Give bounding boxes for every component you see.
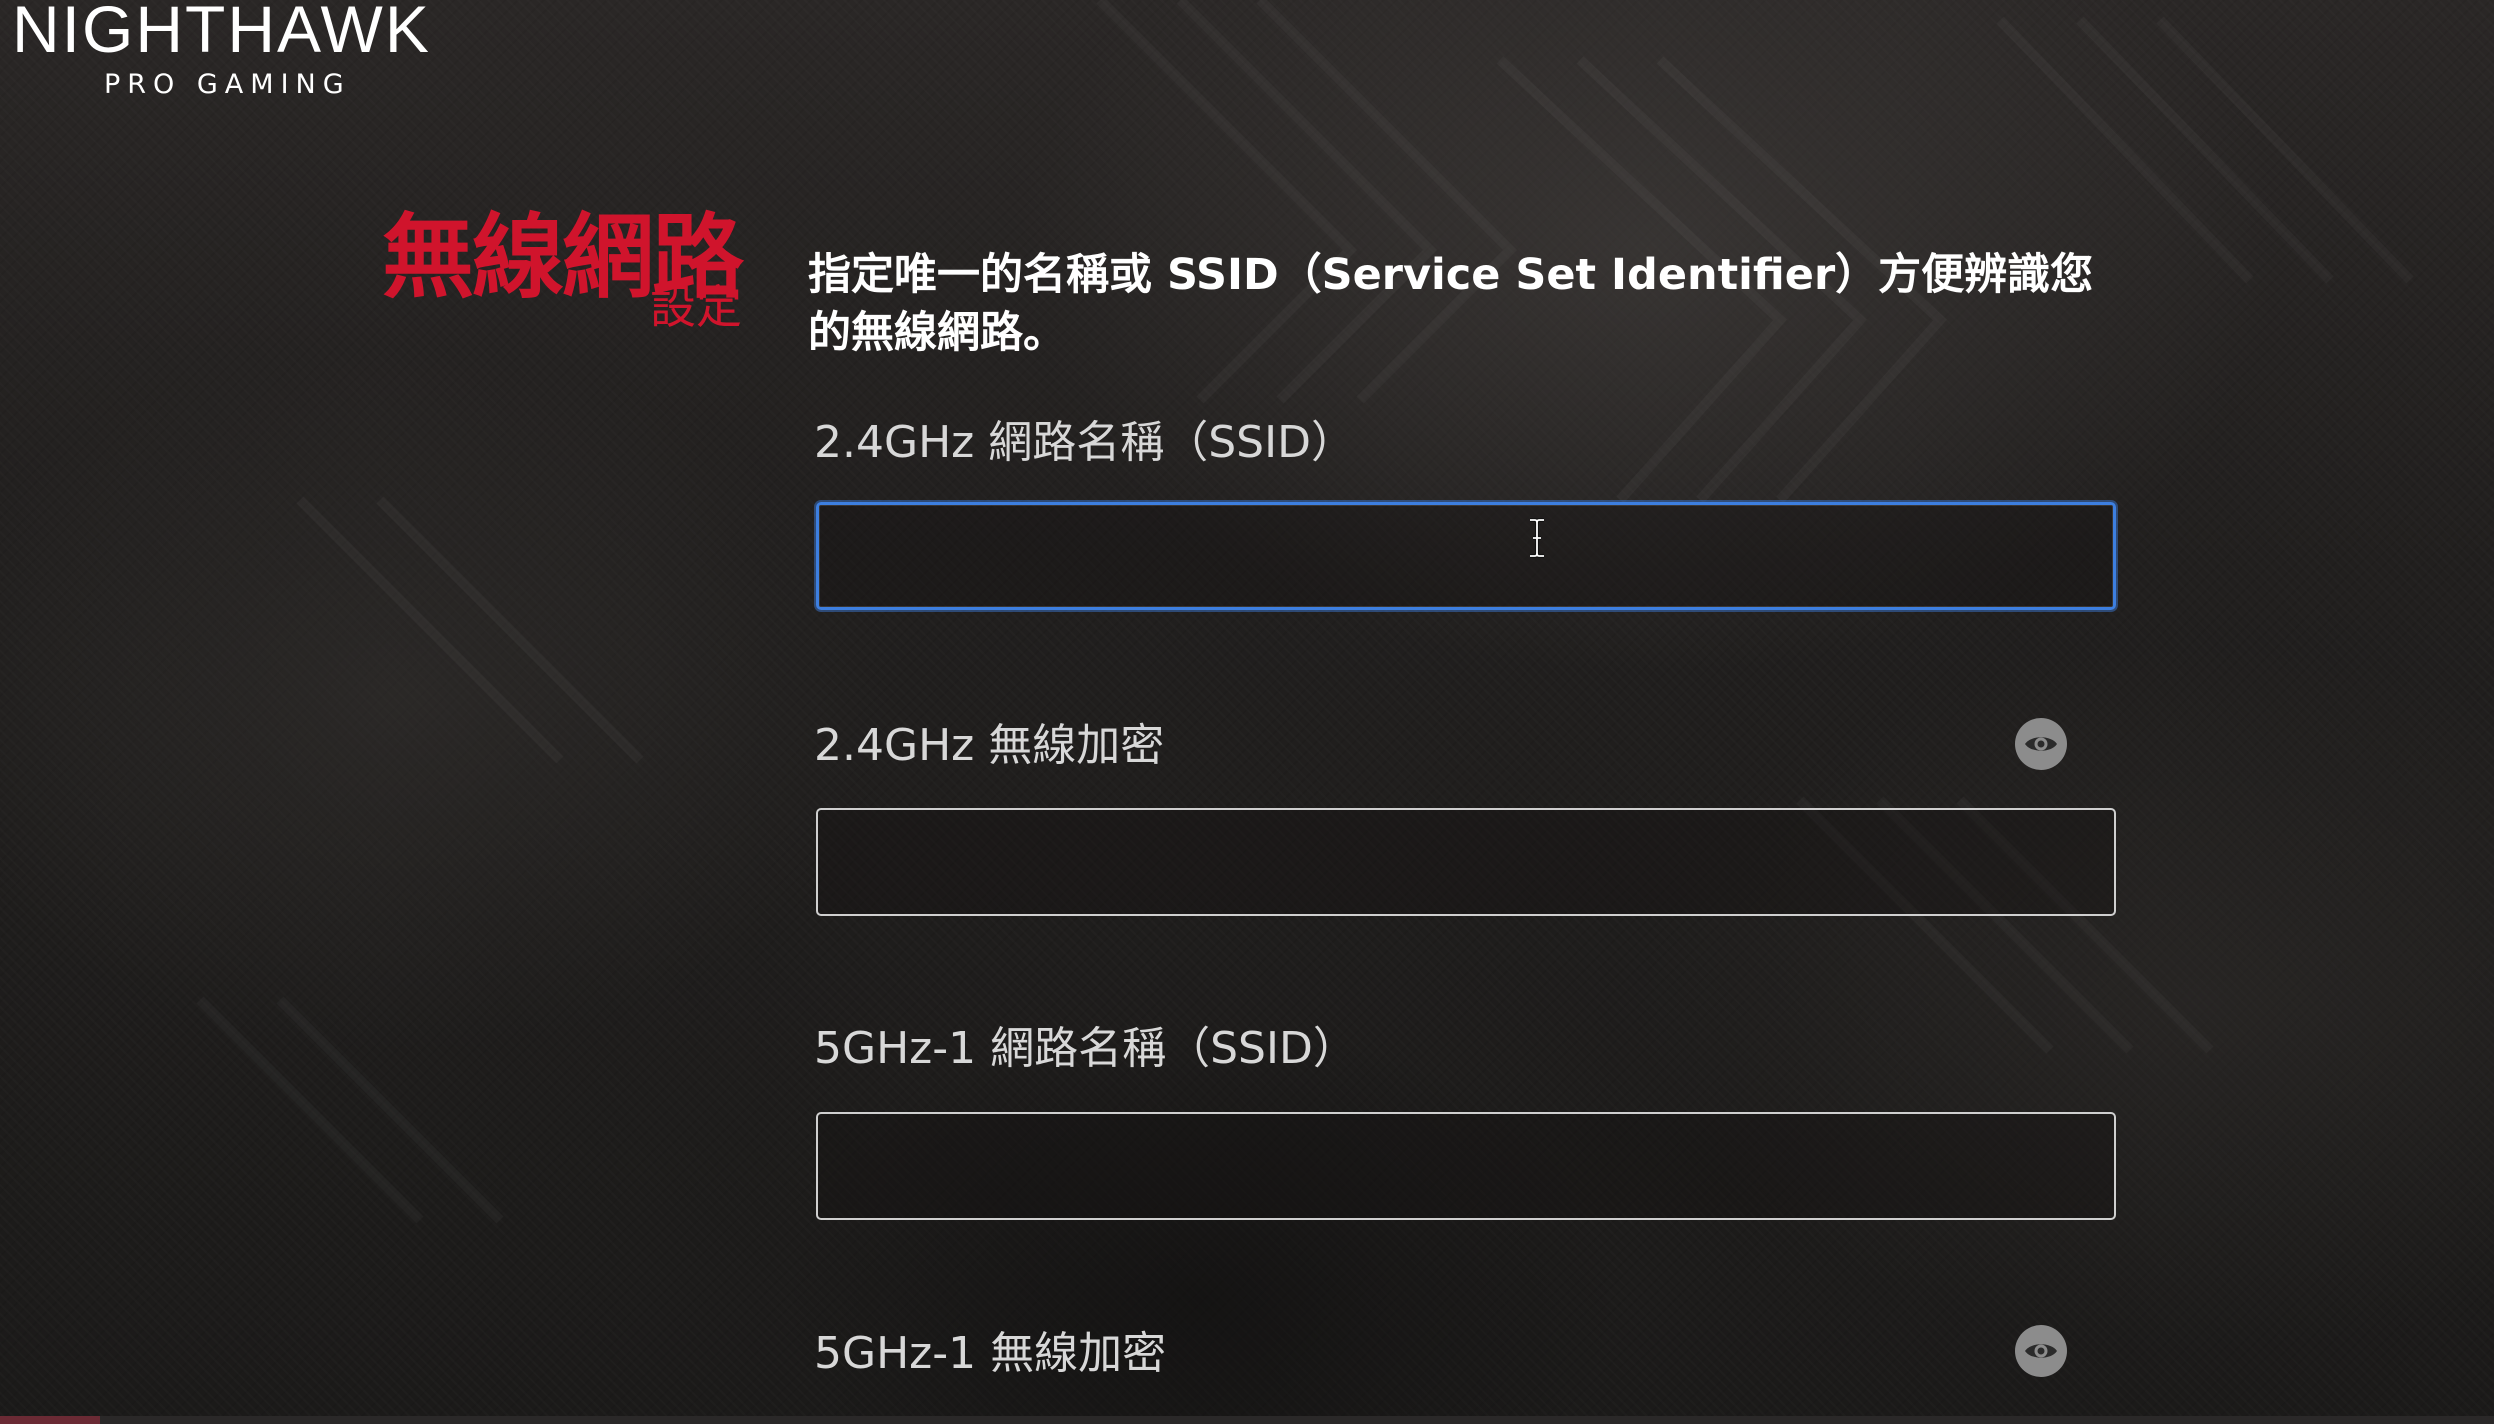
- page-title: 無線網路 設定: [362, 208, 744, 331]
- password-24ghz-input[interactable]: [816, 808, 2116, 916]
- logo-sub-text: PRO GAMING: [104, 69, 351, 100]
- intro-line-2: 的無線網路。: [808, 308, 1066, 358]
- ssid-5ghz-1-label: 5GHz-1 網路名稱（SSID）: [814, 1023, 1357, 1074]
- logo-main-text: NIGHTHAWK: [12, 0, 431, 66]
- text-cursor-icon: [1530, 518, 1544, 558]
- password-5ghz-1-label: 5GHz-1 無線加密: [814, 1328, 1167, 1379]
- eye-icon: [2025, 1344, 2057, 1358]
- intro-line-1: 指定唯一的名稱或 SSID（Service Set Identifier）方便辨…: [808, 250, 2094, 300]
- show-password-24ghz-button[interactable]: [2015, 718, 2067, 770]
- intro-text: 指定唯一的名稱或 SSID（Service Set Identifier）方便辨…: [808, 246, 2108, 362]
- bottom-bar-accent: [0, 1416, 100, 1424]
- bottom-bar: [0, 1416, 2494, 1424]
- eye-icon: [2025, 737, 2057, 751]
- ssid-24ghz-label: 2.4GHz 網路名稱（SSID）: [814, 417, 1355, 468]
- show-password-5ghz-1-button[interactable]: [2015, 1325, 2067, 1377]
- ssid-5ghz-1-input[interactable]: [816, 1112, 2116, 1220]
- page: NIGHTHAWK PRO GAMING 無線網路 設定 指定唯一的名稱或 SS…: [0, 0, 2494, 1424]
- ssid-24ghz-input[interactable]: [816, 502, 2116, 610]
- nighthawk-logo: NIGHTHAWK PRO GAMING: [12, 0, 431, 100]
- password-24ghz-label: 2.4GHz 無線加密: [814, 720, 1165, 771]
